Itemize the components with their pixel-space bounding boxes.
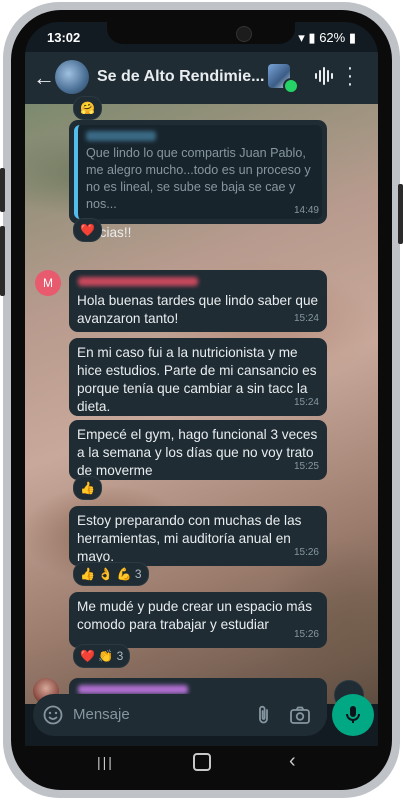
message-bubble[interactable]: Me mudé y pude crear un espacio más como… [69, 592, 327, 648]
status-time: 13:02 [47, 30, 81, 45]
message-bubble[interactable]: Hola buenas tardes que lindo saber que a… [69, 270, 327, 332]
message-reactions[interactable]: 👍 [73, 476, 102, 500]
message-text: Empecé el gym, hago funcional 3 veces a … [77, 427, 318, 478]
power-button [398, 184, 403, 244]
wifi-signal-icon: ▾ ▮ [298, 30, 316, 45]
message-bubble-quote[interactable]: Que lindo lo que compartis Juan Pablo, m… [69, 120, 327, 240]
message-input[interactable]: Mensaje [73, 706, 130, 723]
message-time: 15:26 [293, 629, 319, 640]
emoji-icon[interactable] [43, 705, 63, 725]
message-text: En mi caso fui a la nutricionista y me h… [77, 345, 317, 414]
message-time: 15:24 [293, 397, 319, 408]
audio-chat-icon[interactable] [313, 66, 333, 86]
message-text: Gracias!! [77, 225, 132, 240]
sender-name [78, 685, 188, 694]
chat-header: ← Se de Alto Rendimie... · · · [25, 52, 378, 104]
meta-ai-icon[interactable] [268, 64, 299, 94]
message-reactions[interactable]: ❤️ 👏 3 [73, 644, 131, 668]
sender-avatar-m[interactable]: M [35, 270, 61, 296]
message-bubble[interactable]: En mi caso fui a la nutricionista y me h… [69, 338, 327, 416]
group-title[interactable]: Se de Alto Rendimie... [97, 68, 265, 86]
reaction-count: 3 [134, 567, 142, 581]
back-arrow-icon[interactable]: ← [33, 65, 55, 91]
android-nav-bar: ||| ‹ [25, 746, 378, 778]
battery-percent: 62% [319, 30, 346, 45]
quoted-sender-name [86, 131, 156, 141]
camera-notch [107, 22, 295, 44]
volume-down-button [0, 226, 5, 296]
verified-badge-icon [283, 78, 299, 94]
message-reactions[interactable]: ❤️ [73, 218, 102, 242]
mic-icon [346, 706, 360, 723]
message-bubble[interactable]: Empecé el gym, hago funcional 3 veces a … [69, 420, 327, 480]
chat-area: 🤗 Que lindo lo que compartis Juan Pablo,… [25, 96, 378, 718]
message-time: 14:49 [293, 205, 319, 216]
compose-bar[interactable]: Mensaje [33, 694, 327, 736]
message-reactions[interactable]: 👍 👌 💪 3 [73, 562, 149, 586]
volume-up-button [0, 168, 5, 212]
message-text: Me mudé y pude crear un espacio más como… [77, 599, 312, 632]
camera-icon[interactable] [289, 705, 311, 725]
sender-name [78, 277, 198, 286]
home-icon[interactable] [193, 753, 211, 771]
status-right: ▾ ▮ 62% ▮ [298, 30, 356, 46]
reaction-emojis: ❤️ 👏 [80, 649, 114, 663]
mic-button[interactable] [332, 694, 374, 736]
nav-back-icon[interactable]: ‹ [289, 750, 296, 773]
reaction-count: 3 [116, 649, 124, 663]
message-time: 15:25 [293, 461, 319, 472]
group-avatar[interactable] [55, 60, 89, 94]
screen: 13:02 ▾ ▮ 62% ▮ ← Se de Alto Rendimie...… [25, 22, 378, 778]
reaction-emojis: 👍 👌 💪 [80, 567, 132, 581]
reaction-hug[interactable]: 🤗 [73, 96, 102, 120]
attach-icon[interactable] [255, 705, 273, 725]
front-camera [236, 26, 252, 42]
recents-icon[interactable]: ||| [97, 754, 114, 770]
more-options-icon[interactable]: · · · [345, 58, 355, 94]
battery-icon: ▮ [348, 30, 356, 45]
message-time: 15:24 [293, 313, 319, 324]
message-bubble[interactable]: Estoy preparando con muchas de las herra… [69, 506, 327, 566]
quoted-message[interactable]: Que lindo lo que compartis Juan Pablo, m… [74, 125, 322, 219]
message-text: Hola buenas tardes que lindo saber que a… [77, 293, 319, 326]
message-time: 15:26 [293, 547, 319, 558]
quoted-text: Que lindo lo que compartis Juan Pablo, m… [86, 146, 311, 211]
